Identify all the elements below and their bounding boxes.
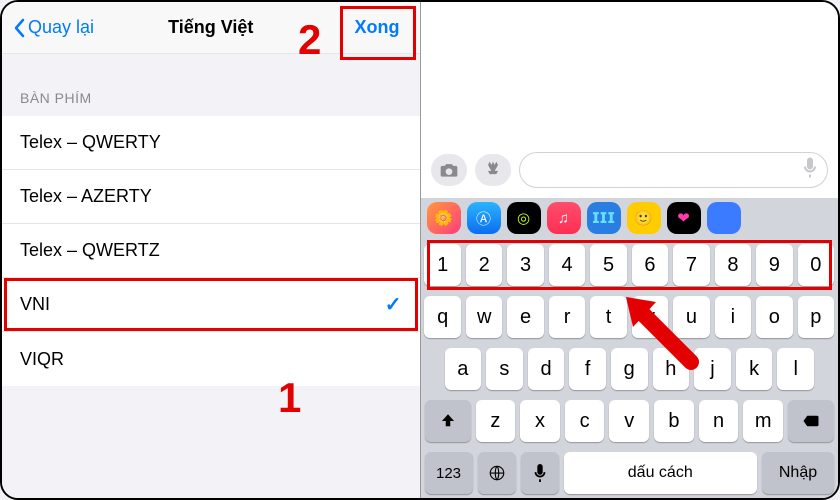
- key-5[interactable]: 5: [590, 244, 626, 286]
- option-label: Telex – QWERTZ: [20, 240, 160, 261]
- key-3[interactable]: 3: [507, 244, 543, 286]
- annotation-highlight-vni: [4, 278, 418, 331]
- camera-icon: [439, 160, 459, 180]
- appstore-icon: [483, 160, 503, 180]
- app-icon-audio[interactable]: 𝗜𝗜𝗜: [587, 202, 621, 234]
- key-row-4: z x c v b n m: [425, 400, 835, 442]
- back-button[interactable]: Quay lại: [12, 17, 94, 38]
- key-t[interactable]: t: [590, 296, 626, 338]
- option-label: VNI: [20, 294, 50, 315]
- key-8[interactable]: 8: [715, 244, 751, 286]
- key-d[interactable]: d: [528, 348, 565, 390]
- message-input[interactable]: [519, 152, 829, 188]
- keyboard-option[interactable]: VNI ✓: [2, 278, 420, 332]
- key-row-2: q w e r t y u i o p: [425, 296, 835, 338]
- option-label: Telex – AZERTY: [20, 186, 152, 207]
- key-r[interactable]: r: [549, 296, 585, 338]
- key-x[interactable]: x: [520, 400, 560, 442]
- key-b[interactable]: b: [654, 400, 694, 442]
- dictation-key[interactable]: [521, 452, 559, 494]
- backspace-icon: [802, 412, 820, 430]
- key-v[interactable]: v: [609, 400, 649, 442]
- key-l[interactable]: l: [777, 348, 814, 390]
- key-u[interactable]: u: [673, 296, 709, 338]
- globe-key[interactable]: [478, 452, 516, 494]
- message-input-bar: [421, 142, 839, 198]
- app-icon-activity[interactable]: ◎: [507, 202, 541, 234]
- key-row-bottom: 123 dấu cách Nhập: [425, 452, 835, 494]
- keyboard-option[interactable]: Telex – QWERTZ: [2, 224, 420, 278]
- mode-key[interactable]: 123: [425, 452, 473, 494]
- key-q[interactable]: q: [424, 296, 460, 338]
- key-h[interactable]: h: [653, 348, 690, 390]
- mic-icon[interactable]: [803, 158, 817, 183]
- app-icon-photos[interactable]: 🌼: [427, 202, 461, 234]
- key-2[interactable]: 2: [466, 244, 502, 286]
- keyboard-option[interactable]: Telex – AZERTY: [2, 170, 420, 224]
- app-icon-appstore[interactable]: Ⓐ: [467, 202, 501, 234]
- option-label: VIQR: [20, 349, 64, 370]
- app-icon-more[interactable]: [707, 202, 741, 234]
- key-j[interactable]: j: [694, 348, 731, 390]
- key-c[interactable]: c: [565, 400, 605, 442]
- key-9[interactable]: 9: [756, 244, 792, 286]
- keyboard-list: Telex – QWERTY Telex – AZERTY Telex – QW…: [2, 116, 420, 386]
- chevron-left-icon: [12, 18, 26, 38]
- key-w[interactable]: w: [466, 296, 502, 338]
- key-m[interactable]: m: [743, 400, 783, 442]
- key-7[interactable]: 7: [673, 244, 709, 286]
- messages-panel: 🌼 Ⓐ ◎ ♫ 𝗜𝗜𝗜 🙂 ❤ 1 2 3 4 5 6 7 8 9 0: [421, 2, 839, 498]
- shift-key[interactable]: [425, 400, 471, 442]
- camera-button[interactable]: [431, 154, 467, 186]
- space-key[interactable]: dấu cách: [564, 452, 758, 494]
- key-y[interactable]: y: [632, 296, 668, 338]
- key-i[interactable]: i: [715, 296, 751, 338]
- shift-icon: [439, 412, 457, 430]
- keyboard-option[interactable]: VIQR: [2, 332, 420, 386]
- app-strip: 🌼 Ⓐ ◎ ♫ 𝗜𝗜𝗜 🙂 ❤: [421, 198, 839, 238]
- key-6[interactable]: 6: [632, 244, 668, 286]
- key-p[interactable]: p: [798, 296, 834, 338]
- key-z[interactable]: z: [476, 400, 516, 442]
- done-button[interactable]: Xong: [345, 11, 410, 44]
- app-icon-music[interactable]: ♫: [547, 202, 581, 234]
- backspace-key[interactable]: [788, 400, 834, 442]
- key-k[interactable]: k: [736, 348, 773, 390]
- key-f[interactable]: f: [569, 348, 606, 390]
- app-icon-memoji[interactable]: 🙂: [627, 202, 661, 234]
- back-label: Quay lại: [28, 17, 94, 38]
- checkmark-icon: ✓: [385, 292, 402, 317]
- key-1[interactable]: 1: [424, 244, 460, 286]
- app-icon-digitaltouch[interactable]: ❤: [667, 202, 701, 234]
- onscreen-keyboard: 1 2 3 4 5 6 7 8 9 0 q w e r t y u i: [421, 238, 839, 498]
- message-compose-area: [421, 2, 839, 142]
- option-label: Telex – QWERTY: [20, 132, 161, 153]
- appstore-button[interactable]: [475, 154, 511, 186]
- mic-icon: [531, 464, 549, 482]
- section-header: BÀN PHÍM: [2, 54, 420, 116]
- key-row-numbers: 1 2 3 4 5 6 7 8 9 0: [425, 244, 835, 286]
- key-e[interactable]: e: [507, 296, 543, 338]
- nav-bar: Quay lại Tiếng Việt Xong: [2, 2, 420, 54]
- settings-panel: Quay lại Tiếng Việt Xong 2 BÀN PHÍM Tele…: [2, 2, 421, 498]
- nav-title: Tiếng Việt: [168, 17, 253, 38]
- key-a[interactable]: a: [445, 348, 482, 390]
- key-0[interactable]: 0: [798, 244, 834, 286]
- key-g[interactable]: g: [611, 348, 648, 390]
- enter-key[interactable]: Nhập: [762, 452, 834, 494]
- globe-icon: [488, 464, 506, 482]
- key-4[interactable]: 4: [549, 244, 585, 286]
- key-n[interactable]: n: [699, 400, 739, 442]
- key-row-3: a s d f g h j k l: [425, 348, 835, 390]
- key-o[interactable]: o: [756, 296, 792, 338]
- keyboard-option[interactable]: Telex – QWERTY: [2, 116, 420, 170]
- key-s[interactable]: s: [486, 348, 523, 390]
